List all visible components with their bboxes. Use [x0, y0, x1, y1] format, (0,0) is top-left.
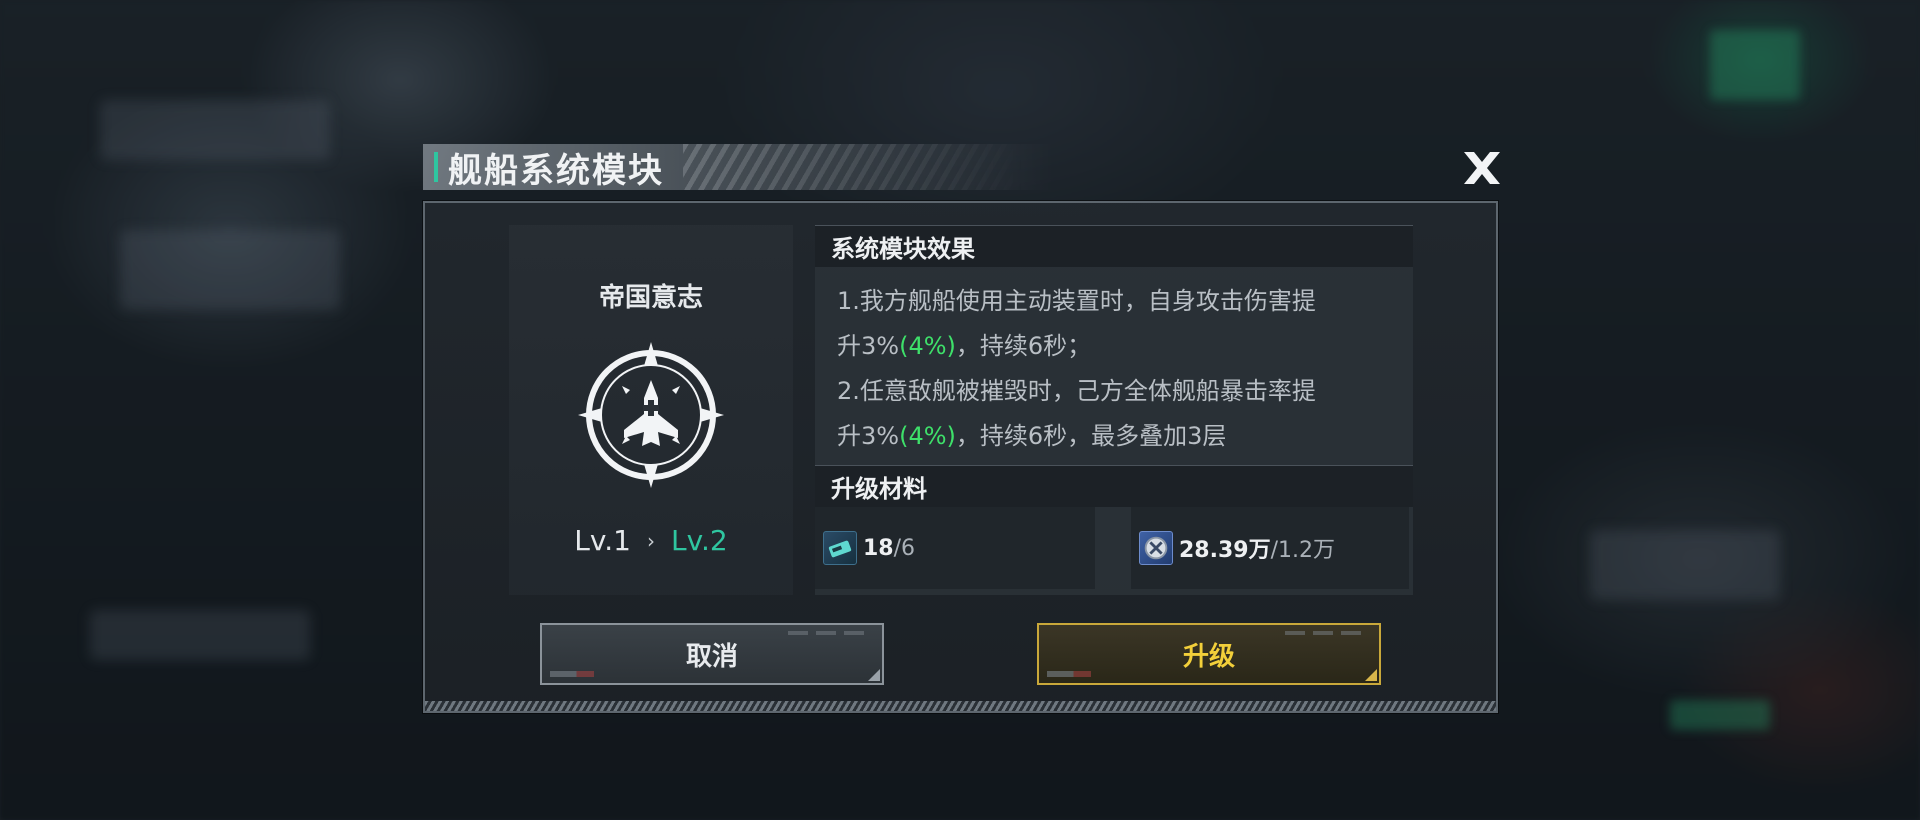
dialog-title: 舰船系统模块	[448, 150, 664, 191]
effect-panel: 系统模块效果 1.我方舰船使用主动装置时，自身攻击伤害提 升3%(4%)，持续6…	[815, 225, 1413, 595]
effect-text: ，持续6秒，最多叠加3层	[955, 422, 1227, 450]
materials-section: 升级材料 18 /6 28.39万 /1.2万	[815, 465, 1413, 589]
dialog-title-bar: 舰船系统模块	[423, 144, 1053, 191]
background-shape	[90, 610, 310, 660]
button-corner	[868, 669, 880, 681]
dialog-panel: 帝国意志 Lv.1 › Lv.2 系统模块效果 1.我方舰船使用主动装置时，自身…	[423, 201, 1498, 713]
effect-line: 升3%(4%)，持续6秒，最多叠加3层	[837, 414, 1391, 459]
module-name: 帝国意志	[598, 283, 703, 313]
materials-list: 18 /6 28.39万 /1.2万	[815, 507, 1413, 589]
upgrade-button[interactable]: 升级	[1037, 623, 1381, 685]
materials-header: 升级材料	[815, 465, 1413, 507]
button-decoration	[550, 671, 594, 677]
effect-upgrade-value: (4%)	[899, 422, 956, 450]
button-corner	[1365, 669, 1377, 681]
credit-coin-icon	[1139, 531, 1173, 565]
level-progress: Lv.1 › Lv.2	[574, 524, 727, 557]
material-item[interactable]: 18 /6	[815, 507, 1095, 589]
background-shape	[100, 100, 330, 160]
title-stripes	[683, 144, 1023, 190]
module-card: 帝国意志 Lv.1 › Lv.2	[509, 225, 793, 595]
material-owned: 28.39万	[1179, 538, 1271, 563]
effect-text: ，持续6秒；	[955, 332, 1092, 360]
effect-line: 2.任意敌舰被摧毁时，己方全体舰船暴击率提	[837, 377, 1316, 405]
upgrade-button-label: 升级	[1182, 641, 1235, 672]
material-item[interactable]: 28.39万 /1.2万	[1131, 507, 1409, 589]
background-shape	[1590, 530, 1780, 600]
effect-line: 1.我方舰船使用主动装置时，自身攻击伤害提	[837, 287, 1316, 315]
effect-upgrade-value: (4%)	[899, 332, 956, 360]
current-level: Lv.1	[574, 524, 631, 557]
effect-header: 系统模块效果	[815, 225, 1413, 267]
panel-bottom-stripe	[425, 701, 1496, 711]
material-required: /1.2万	[1270, 538, 1335, 563]
effect-line: 升3%(4%)，持续6秒；	[837, 324, 1391, 369]
module-chip-icon	[823, 531, 857, 565]
background-shape	[120, 230, 340, 310]
chevron-right-icon: ›	[647, 528, 655, 553]
button-decoration	[1285, 631, 1365, 635]
effect-value: 升3%	[837, 422, 900, 450]
material-owned: 18	[863, 535, 894, 561]
cancel-button[interactable]: 取消	[540, 623, 884, 685]
title-accent-bar	[434, 152, 438, 182]
cancel-button-label: 取消	[685, 641, 738, 672]
background-shape	[1670, 700, 1770, 730]
effect-description: 1.我方舰船使用主动装置时，自身攻击伤害提 升3%(4%)，持续6秒； 2.任意…	[815, 267, 1413, 465]
button-decoration	[788, 631, 868, 635]
material-required: /6	[893, 535, 916, 561]
effect-value: 升3%	[837, 332, 900, 360]
background-shape	[1710, 30, 1800, 100]
button-decoration	[1047, 671, 1091, 677]
next-level: Lv.2	[671, 524, 728, 557]
close-button[interactable]	[1460, 148, 1504, 188]
close-icon	[1464, 152, 1500, 184]
ship-crosshair-emblem-icon	[578, 342, 724, 488]
